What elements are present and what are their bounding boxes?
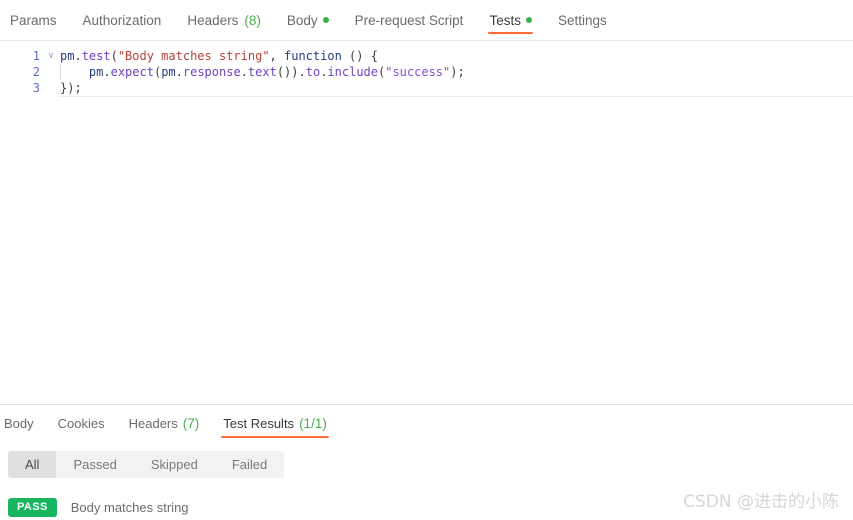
code-token: pm [60, 65, 104, 79]
code-token: to [305, 65, 321, 79]
code-token: ); [450, 65, 465, 79]
code-token: "success" [385, 65, 451, 79]
code-token: text [247, 65, 277, 79]
request-tab-params[interactable]: Params [0, 0, 70, 40]
request-tab-headers[interactable]: Headers (8) [174, 0, 274, 40]
test-result-filter-row: All Passed Skipped Failed [0, 442, 853, 488]
request-tab-body[interactable]: Body [274, 0, 342, 40]
code-line-text: pm.test("Body matches string", function … [58, 48, 378, 64]
request-tab-settings[interactable]: Settings [545, 0, 620, 40]
code-token: . [74, 49, 82, 63]
request-tab-tests[interactable]: Tests [476, 0, 545, 40]
request-tab-label: Tests [489, 12, 521, 28]
code-line-text: pm.expect(pm.response.text()).to.include… [58, 64, 465, 80]
request-tab-pre-request-script[interactable]: Pre-request Script [342, 0, 477, 40]
test-status-badge: PASS [8, 497, 57, 517]
response-tab-label: Test Results [223, 416, 295, 431]
request-tab-authorization[interactable]: Authorization [70, 0, 175, 40]
code-line-text: }); [58, 80, 82, 96]
filter-pill-failed[interactable]: Failed [215, 451, 284, 478]
response-tab-bar: Body Cookies Headers (7) Test Results (1/1) [0, 405, 853, 442]
request-tab-count: (8) [244, 12, 261, 28]
request-tab-label: Headers [187, 12, 239, 28]
filter-pill-all[interactable]: All [8, 451, 57, 478]
tests-script-editor[interactable]: 1 ∨ pm.test("Body matches string", functio… [0, 41, 853, 404]
tab-modified-dot-icon [525, 17, 532, 23]
request-tab-bar: Params Authorization Headers (8) Body Pre-req… [0, 0, 853, 41]
code-token: , [269, 49, 284, 63]
response-tab-label: Body [4, 416, 34, 431]
tab-modified-dot-icon [322, 17, 329, 23]
test-result-filter-group: All Passed Skipped Failed [8, 451, 285, 478]
code-token: ( [110, 49, 118, 63]
test-result-name: Body matches string [70, 499, 189, 515]
code-line[interactable]: 2 pm.expect(pm.response.text()).to.inclu… [0, 64, 853, 80]
line-number: 2 [32, 65, 40, 79]
code-line[interactable]: 1 ∨ pm.test("Body matches string", functio… [0, 48, 853, 64]
code-token: pm [161, 65, 176, 79]
code-token: () { [341, 49, 378, 63]
code-block-underline [58, 96, 853, 97]
code-line[interactable]: 3}); [0, 80, 853, 96]
request-tab-label: Authorization [82, 12, 162, 28]
response-tab-label: Headers [128, 416, 178, 431]
code-token: function [284, 49, 342, 63]
response-tab-body[interactable]: Body [0, 405, 46, 442]
code-token: "Body matches string" [117, 49, 270, 63]
code-token: . [240, 65, 248, 79]
filter-pill-passed[interactable]: Passed [56, 451, 133, 478]
code-token: include [327, 65, 378, 79]
code-token: . [175, 65, 183, 79]
csdn-watermark: CSDN @进击的小陈 [683, 492, 839, 512]
request-tab-label: Params [10, 12, 57, 28]
response-tab-test-results[interactable]: Test Results (1/1) [211, 405, 339, 442]
code-token: . [298, 65, 306, 79]
response-tab-cookies[interactable]: Cookies [46, 405, 117, 442]
code-token: }); [60, 81, 82, 95]
request-tab-label: Settings [557, 12, 607, 28]
line-number: 1 [32, 49, 40, 63]
filter-pill-skipped[interactable]: Skipped [134, 451, 215, 478]
code-token: test [81, 49, 111, 63]
response-tab-count: (7) [182, 416, 200, 431]
fold-chevron-down-icon[interactable]: ∨ [44, 48, 58, 64]
code-token: response [182, 65, 241, 79]
response-tab-headers[interactable]: Headers (7) [117, 405, 212, 442]
request-tab-label: Body [286, 12, 318, 28]
response-tab-count: (1/1) [299, 416, 327, 431]
line-number: 3 [32, 81, 40, 95]
response-tab-label: Cookies [57, 416, 105, 431]
code-token: expect [110, 65, 154, 79]
code-token: pm [60, 49, 75, 63]
code-token: ()) [276, 65, 299, 79]
code-area[interactable]: 1 ∨ pm.test("Body matches string", functio… [0, 48, 853, 96]
request-tab-label: Pre-request Script [354, 12, 464, 28]
code-token: . [103, 65, 111, 79]
postman-request-pane: Params Authorization Headers (8) Body Pre-req… [0, 0, 853, 520]
